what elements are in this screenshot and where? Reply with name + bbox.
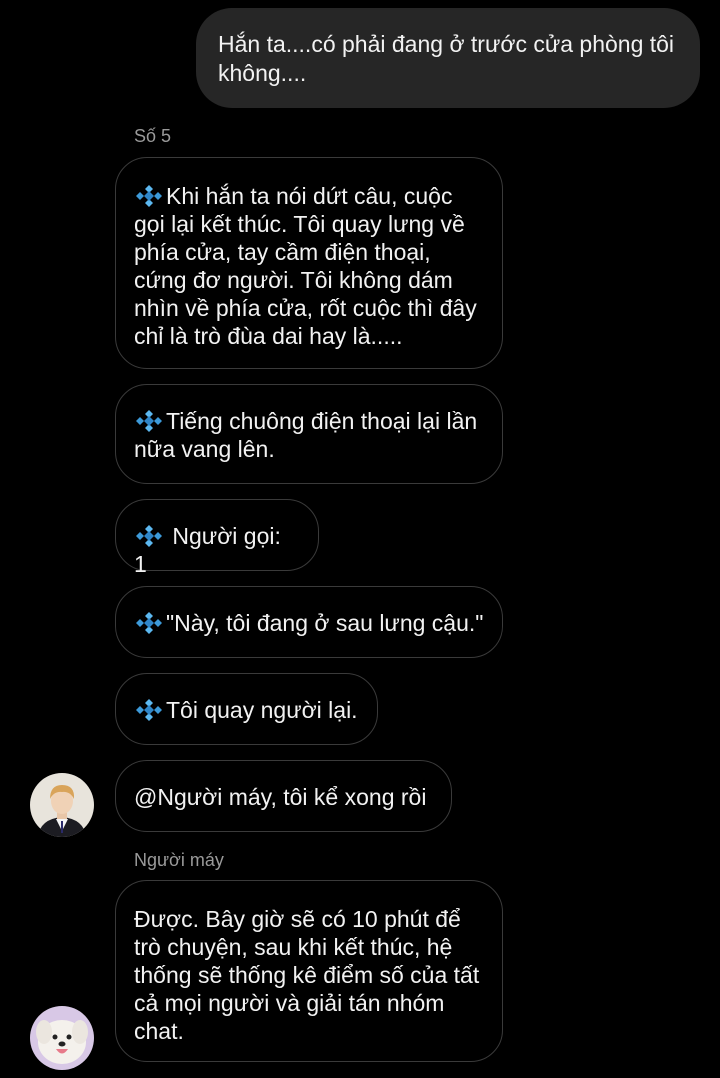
dog-avatar-icon [30, 1006, 94, 1070]
incoming-message-bubble[interactable]: Khi hắn ta nói dứt câu, cuộc gọi lại kết… [115, 157, 503, 369]
blue-diamond-icon [134, 612, 164, 634]
avatar[interactable] [30, 1006, 94, 1070]
message-text: Khi hắn ta nói dứt câu, cuộc gọi lại kết… [134, 183, 477, 349]
blue-diamond-icon [134, 185, 164, 207]
message-text: "Này, tôi đang ở sau lưng cậu." [166, 610, 484, 636]
incoming-message-bubble[interactable]: Người gọi: 1 [115, 499, 319, 577]
boy-avatar-icon [30, 773, 94, 837]
outgoing-message-bubble[interactable]: Hắn ta....có phải đang ở trước cửa phòng… [196, 8, 700, 108]
incoming-message-bubble[interactable]: Tôi quay người lại. [115, 673, 378, 745]
incoming-message-bubble[interactable]: Tiếng chuông điện thoại lại lần nữa vang… [115, 384, 503, 484]
sender-name: Người máy [134, 850, 224, 870]
message-text: Tôi quay người lại. [166, 697, 358, 723]
sender-name: Số 5 [134, 126, 172, 146]
message-text: @Người máy, tôi kể xong rồi [134, 784, 427, 810]
incoming-message-bubble[interactable]: "Này, tôi đang ở sau lưng cậu." [115, 586, 503, 658]
incoming-message-bubble[interactable]: Được. Bây giờ sẽ có 10 phút để trò chuyệ… [115, 880, 503, 1062]
blue-diamond-icon [134, 699, 164, 721]
message-text: Tiếng chuông điện thoại lại lần nữa vang… [134, 408, 478, 462]
blue-diamond-icon [134, 410, 164, 432]
incoming-message-bubble[interactable]: @Người máy, tôi kể xong rồi [115, 760, 452, 832]
message-text: Được. Bây giờ sẽ có 10 phút để trò chuyệ… [134, 906, 480, 1044]
avatar[interactable] [30, 773, 94, 837]
blue-diamond-icon [134, 525, 164, 547]
outgoing-message-text: Hắn ta....có phải đang ở trước cửa phòng… [218, 31, 675, 86]
